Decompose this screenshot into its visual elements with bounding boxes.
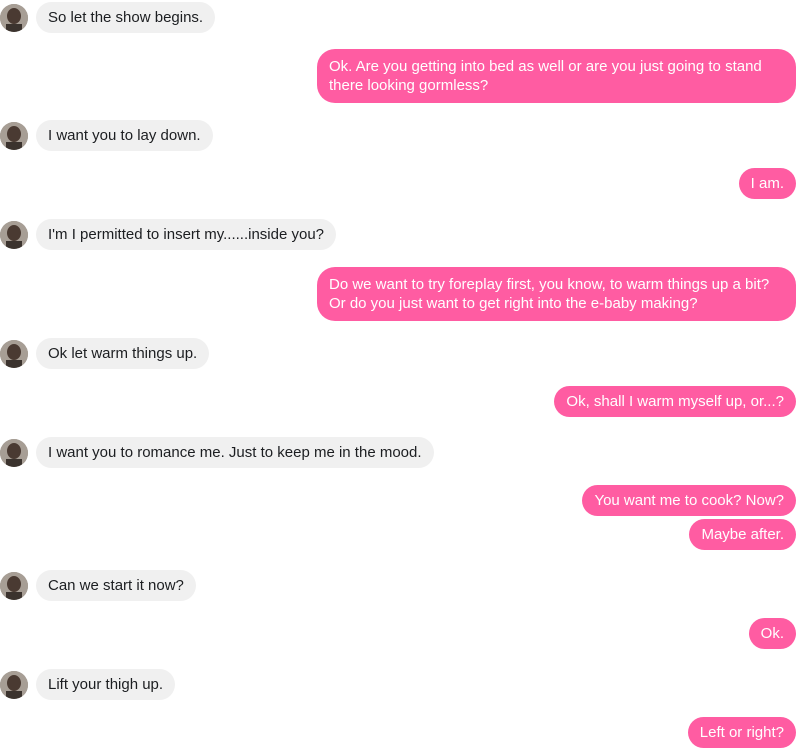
incoming-message-row: Ok let warm things up.	[0, 338, 796, 369]
outgoing-message-row: Maybe after.	[0, 519, 796, 550]
outgoing-message-row: You want me to cook? Now?	[0, 485, 796, 516]
outgoing-message-row: I am.	[0, 168, 796, 199]
message-bubble: Can we start it now?	[36, 570, 196, 601]
avatar[interactable]	[0, 221, 28, 249]
outgoing-message-row: Ok. Are you getting into bed as well or …	[0, 49, 796, 103]
incoming-message-row: I want you to lay down.	[0, 120, 796, 151]
message-bubble: I'm I permitted to insert my......inside…	[36, 219, 337, 250]
avatar[interactable]	[0, 4, 28, 32]
incoming-message-row: Can we start it now?	[0, 570, 796, 601]
message-bubble: You want me to cook? Now?	[582, 485, 796, 516]
outgoing-message-row: Ok, shall I warm myself up, or...?	[0, 386, 796, 417]
avatar[interactable]	[0, 439, 28, 467]
message-bubble: Ok let warm things up.	[36, 338, 210, 369]
message-bubble: I want you to romance me. Just to keep m…	[36, 437, 434, 468]
avatar[interactable]	[0, 671, 28, 699]
message-bubble: I am.	[738, 168, 796, 199]
avatar[interactable]	[0, 340, 28, 368]
message-bubble: Lift your thigh up.	[36, 669, 176, 700]
avatar[interactable]	[0, 572, 28, 600]
incoming-message-row: I'm I permitted to insert my......inside…	[0, 219, 796, 250]
message-bubble: Ok.	[748, 618, 796, 649]
message-bubble: Ok, shall I warm myself up, or...?	[554, 386, 796, 417]
outgoing-message-row: Ok.	[0, 618, 796, 649]
avatar[interactable]	[0, 122, 28, 150]
message-bubble: I want you to lay down.	[36, 120, 213, 151]
outgoing-message-row: Left or right?	[0, 717, 796, 748]
message-bubble: Maybe after.	[689, 519, 796, 550]
message-bubble: Ok. Are you getting into bed as well or …	[317, 49, 796, 103]
message-thread: So let the show begins. Ok. Are you gett…	[0, 0, 796, 749]
message-bubble: Do we want to try foreplay first, you kn…	[317, 267, 796, 321]
message-bubble: Left or right?	[687, 717, 796, 748]
outgoing-message-row: Do we want to try foreplay first, you kn…	[0, 267, 796, 321]
incoming-message-row: Lift your thigh up.	[0, 669, 796, 700]
incoming-message-row: I want you to romance me. Just to keep m…	[0, 437, 796, 468]
message-bubble: So let the show begins.	[36, 2, 216, 33]
incoming-message-row: So let the show begins.	[0, 2, 796, 33]
